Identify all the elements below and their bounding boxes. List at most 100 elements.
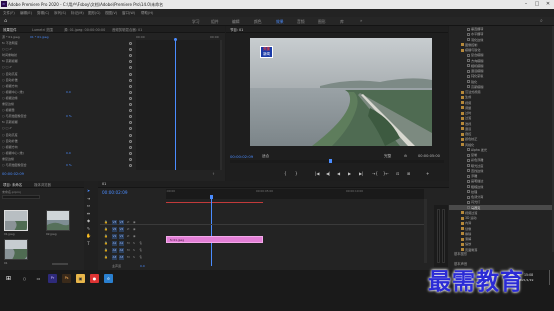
track-target-button[interactable]: A2: [112, 248, 117, 253]
keyframe-reset-icon[interactable]: [129, 48, 132, 52]
mute-button[interactable]: M: [127, 248, 130, 252]
track-target-button[interactable]: V3: [112, 220, 117, 225]
solo-button[interactable]: S: [133, 241, 135, 245]
go-to-in-button[interactable]: |◀: [315, 171, 319, 176]
eye-icon[interactable]: ◉: [133, 227, 136, 231]
effect-property-row[interactable]: fx 不透明度: [2, 41, 18, 47]
project-search-input[interactable]: [2, 195, 40, 199]
tab-sequence-01[interactable]: 01: [102, 182, 106, 186]
timeline-scrollbar[interactable]: [424, 199, 427, 263]
keyframe-reset-icon[interactable]: [129, 151, 132, 155]
source-label[interactable]: 源 * 01.jpeg: [2, 35, 20, 39]
timeline-playhead[interactable]: [211, 196, 212, 266]
ec-playhead[interactable]: [175, 38, 176, 170]
track-select-tool-icon[interactable]: ⇥: [86, 196, 91, 201]
program-playhead[interactable]: [329, 159, 332, 163]
button-editor-button[interactable]: +: [426, 171, 429, 176]
timeline-ruler[interactable]: [166, 189, 424, 199]
track-target-button[interactable]: A1: [112, 241, 117, 246]
workspace-assembly[interactable]: 组件: [211, 19, 219, 25]
keyframe-reset-icon[interactable]: [129, 42, 132, 45]
hand-tool-icon[interactable]: ✋: [86, 233, 91, 238]
keyframe-reset-icon[interactable]: [129, 145, 132, 149]
keyframe-reset-icon[interactable]: [129, 60, 132, 64]
tab-audio-clip-mixer[interactable]: 音频剪辑混合器: 01: [112, 27, 142, 32]
mute-button[interactable]: M: [127, 255, 130, 259]
effect-property-row[interactable]: ○ 自动高度: [2, 133, 18, 139]
fit-dropdown[interactable]: 适合: [262, 154, 269, 159]
step-forward-button[interactable]: ▶|: [359, 171, 363, 176]
selection-tool-icon[interactable]: ➤: [86, 188, 91, 193]
program-time-ruler[interactable]: [230, 160, 444, 163]
project-thumb-01[interactable]: [4, 210, 28, 231]
mark-out-button[interactable]: }: [295, 171, 298, 176]
home-icon[interactable]: ⌂: [4, 18, 7, 24]
menu-graphics[interactable]: 图形(G): [88, 11, 100, 16]
track-header-v1[interactable]: [100, 234, 162, 241]
workspace-libraries[interactable]: 库: [340, 19, 344, 25]
track-header-a2[interactable]: [100, 248, 162, 255]
effect-property-row[interactable]: ○ 与原始图像混合 0 %: [2, 114, 72, 120]
quality-dropdown[interactable]: 完整: [384, 154, 391, 159]
mute-button[interactable]: M: [127, 241, 130, 245]
ripple-edit-tool-icon[interactable]: ⇔: [86, 203, 91, 208]
keyframe-reset-icon[interactable]: [129, 121, 132, 125]
keyframe-reset-icon[interactable]: [129, 90, 132, 94]
keyframe-reset-icon[interactable]: [129, 133, 132, 137]
maximize-icon[interactable]: □: [532, 1, 542, 8]
ec-current-time[interactable]: 00:00:02:09: [2, 172, 24, 176]
tab-lumetri-scopes[interactable]: Lumetri 范围: [32, 27, 53, 32]
keyframe-reset-icon[interactable]: [129, 54, 132, 58]
workspace-editing[interactable]: 编辑: [232, 19, 240, 25]
ps-taskbar-icon[interactable]: Ps: [62, 274, 71, 283]
sync-lock-icon[interactable]: ⇄: [127, 220, 130, 224]
keyframe-reset-icon[interactable]: [129, 139, 132, 143]
menu-window[interactable]: 窗口(W): [122, 11, 135, 16]
program-timecode[interactable]: 00:00:02:09: [230, 154, 253, 159]
keyframe-reset-icon[interactable]: [129, 164, 132, 167]
media-app-taskbar-icon[interactable]: ●: [90, 274, 99, 283]
program-video-frame[interactable]: 央视 新闻: [250, 38, 432, 146]
menu-file[interactable]: 文件(F): [3, 11, 15, 16]
tab-effect-controls[interactable]: 效果控件: [3, 27, 17, 32]
export-frame-button[interactable]: ⊡: [396, 171, 399, 176]
razor-tool-icon[interactable]: ⇹: [86, 211, 91, 216]
track-lock-icon[interactable]: 🔒: [104, 227, 108, 231]
effect-property-row[interactable]: 重复边缘: [2, 102, 14, 108]
keyframe-reset-icon[interactable]: [129, 72, 132, 76]
keyframe-reset-icon[interactable]: [129, 66, 132, 70]
timeline-timecode[interactable]: 00:00:02:09: [102, 190, 128, 195]
effect-property-row[interactable]: 时间重映射: [2, 53, 17, 59]
effect-property-row[interactable]: ○ □ ✐: [2, 126, 12, 132]
lift-button[interactable]: →{: [372, 171, 378, 176]
workspace-learn[interactable]: 学习: [192, 19, 200, 25]
play-button[interactable]: ▶: [348, 171, 351, 176]
search-icon[interactable]: ⌕: [540, 18, 543, 24]
track-header-a1[interactable]: [100, 241, 162, 248]
project-thumb-02[interactable]: [46, 210, 70, 231]
settings-icon[interactable]: ⚙: [404, 154, 407, 158]
track-header-a3[interactable]: [100, 255, 162, 262]
effect-property-row[interactable]: ○ 自动高度: [2, 72, 18, 78]
ec-scrollbar[interactable]: [220, 40, 222, 170]
track-target-button[interactable]: V2: [112, 227, 117, 232]
more-workspaces-icon[interactable]: »: [360, 18, 362, 23]
premiere-taskbar-icon[interactable]: Pr: [48, 274, 57, 283]
keyframe-reset-icon[interactable]: [129, 103, 132, 106]
clip-label[interactable]: 01 * 01.jpeg: [30, 35, 48, 39]
pen-tool-icon[interactable]: ✎: [86, 226, 91, 231]
step-back-frame-button[interactable]: ◀: [337, 171, 340, 176]
effect-property-row[interactable]: ○ 自动补偿: [2, 139, 18, 145]
tab-project[interactable]: 项目: 未命名: [3, 182, 22, 187]
menu-marker[interactable]: 标记(M): [71, 11, 84, 16]
effect-property-value[interactable]: 0 %: [66, 163, 72, 167]
step-back-button[interactable]: ◀|: [326, 171, 330, 176]
track-lock-icon[interactable]: 🔒: [104, 241, 108, 245]
workspace-color[interactable]: 颜色: [254, 19, 262, 25]
track-target-button[interactable]: V1: [112, 234, 117, 239]
essential-graphics-link[interactable]: 基本图形: [454, 251, 467, 256]
menu-view[interactable]: 视图(V): [105, 11, 117, 16]
task-view-icon[interactable]: ▭: [34, 274, 43, 283]
mic-icon[interactable]: 🎙: [139, 248, 143, 252]
effect-property-value[interactable]: 0.0: [66, 151, 71, 155]
